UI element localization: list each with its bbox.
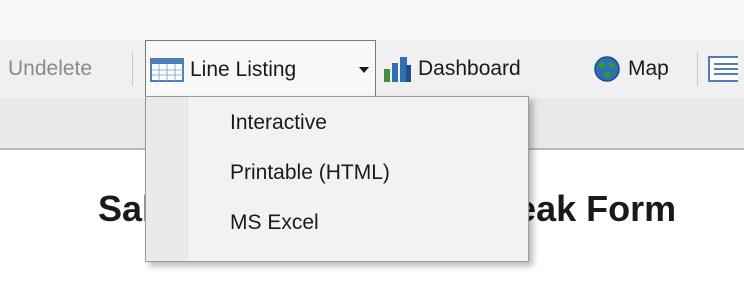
menu-item-printable-html[interactable]: Printable (HTML) xyxy=(230,161,390,185)
line-listing-label: Line Listing xyxy=(190,57,297,81)
globe-icon xyxy=(594,56,620,82)
menu-icon-gutter xyxy=(146,97,188,261)
undelete-label: Undelete xyxy=(8,57,93,80)
toolbar-separator xyxy=(132,52,133,86)
map-label: Map xyxy=(628,57,669,80)
page-title-left: Sal xyxy=(98,188,153,229)
line-listing-button[interactable]: Line Listing xyxy=(145,40,376,98)
toolbar-separator xyxy=(697,52,698,86)
app-window: Undelete Line Listing Dashboard Map Sal … xyxy=(0,0,744,300)
top-strip xyxy=(0,0,744,40)
page-title-right: eak Form xyxy=(516,188,677,229)
toolbar: Undelete Line Listing Dashboard Map xyxy=(0,40,744,98)
dashboard-button[interactable]: Dashboard xyxy=(382,40,521,98)
undelete-button[interactable]: Undelete xyxy=(8,40,92,98)
menu-item-interactive[interactable]: Interactive xyxy=(230,111,327,135)
list-view-button[interactable] xyxy=(708,40,738,98)
map-button[interactable]: Map xyxy=(592,40,669,98)
bar-chart-icon xyxy=(384,57,411,82)
menu-item-ms-excel[interactable]: MS Excel xyxy=(230,211,319,235)
list-icon xyxy=(708,56,738,82)
line-listing-menu: Interactive Printable (HTML) MS Excel xyxy=(145,96,529,262)
dashboard-label: Dashboard xyxy=(418,57,521,80)
chevron-down-icon[interactable] xyxy=(359,67,369,73)
table-grid-icon xyxy=(150,57,184,82)
